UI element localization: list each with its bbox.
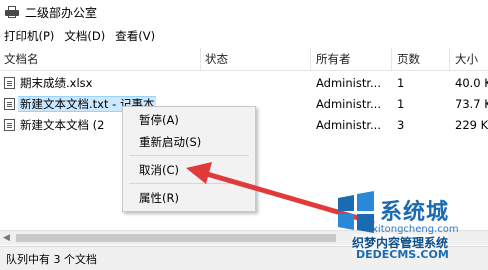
- status-text: 队列中有 3 个文档: [6, 253, 97, 266]
- watermark-url-secondary: DEDECMS.COM: [356, 248, 449, 261]
- watermark: 系统城 xitongcheng.com 织梦内容管理系统 DEDECMS.COM: [330, 188, 488, 269]
- scroll-thumb[interactable]: [16, 234, 336, 242]
- scroll-left-arrow-icon[interactable]: ◀: [3, 233, 10, 243]
- watermark-brand: 系统城: [380, 200, 450, 225]
